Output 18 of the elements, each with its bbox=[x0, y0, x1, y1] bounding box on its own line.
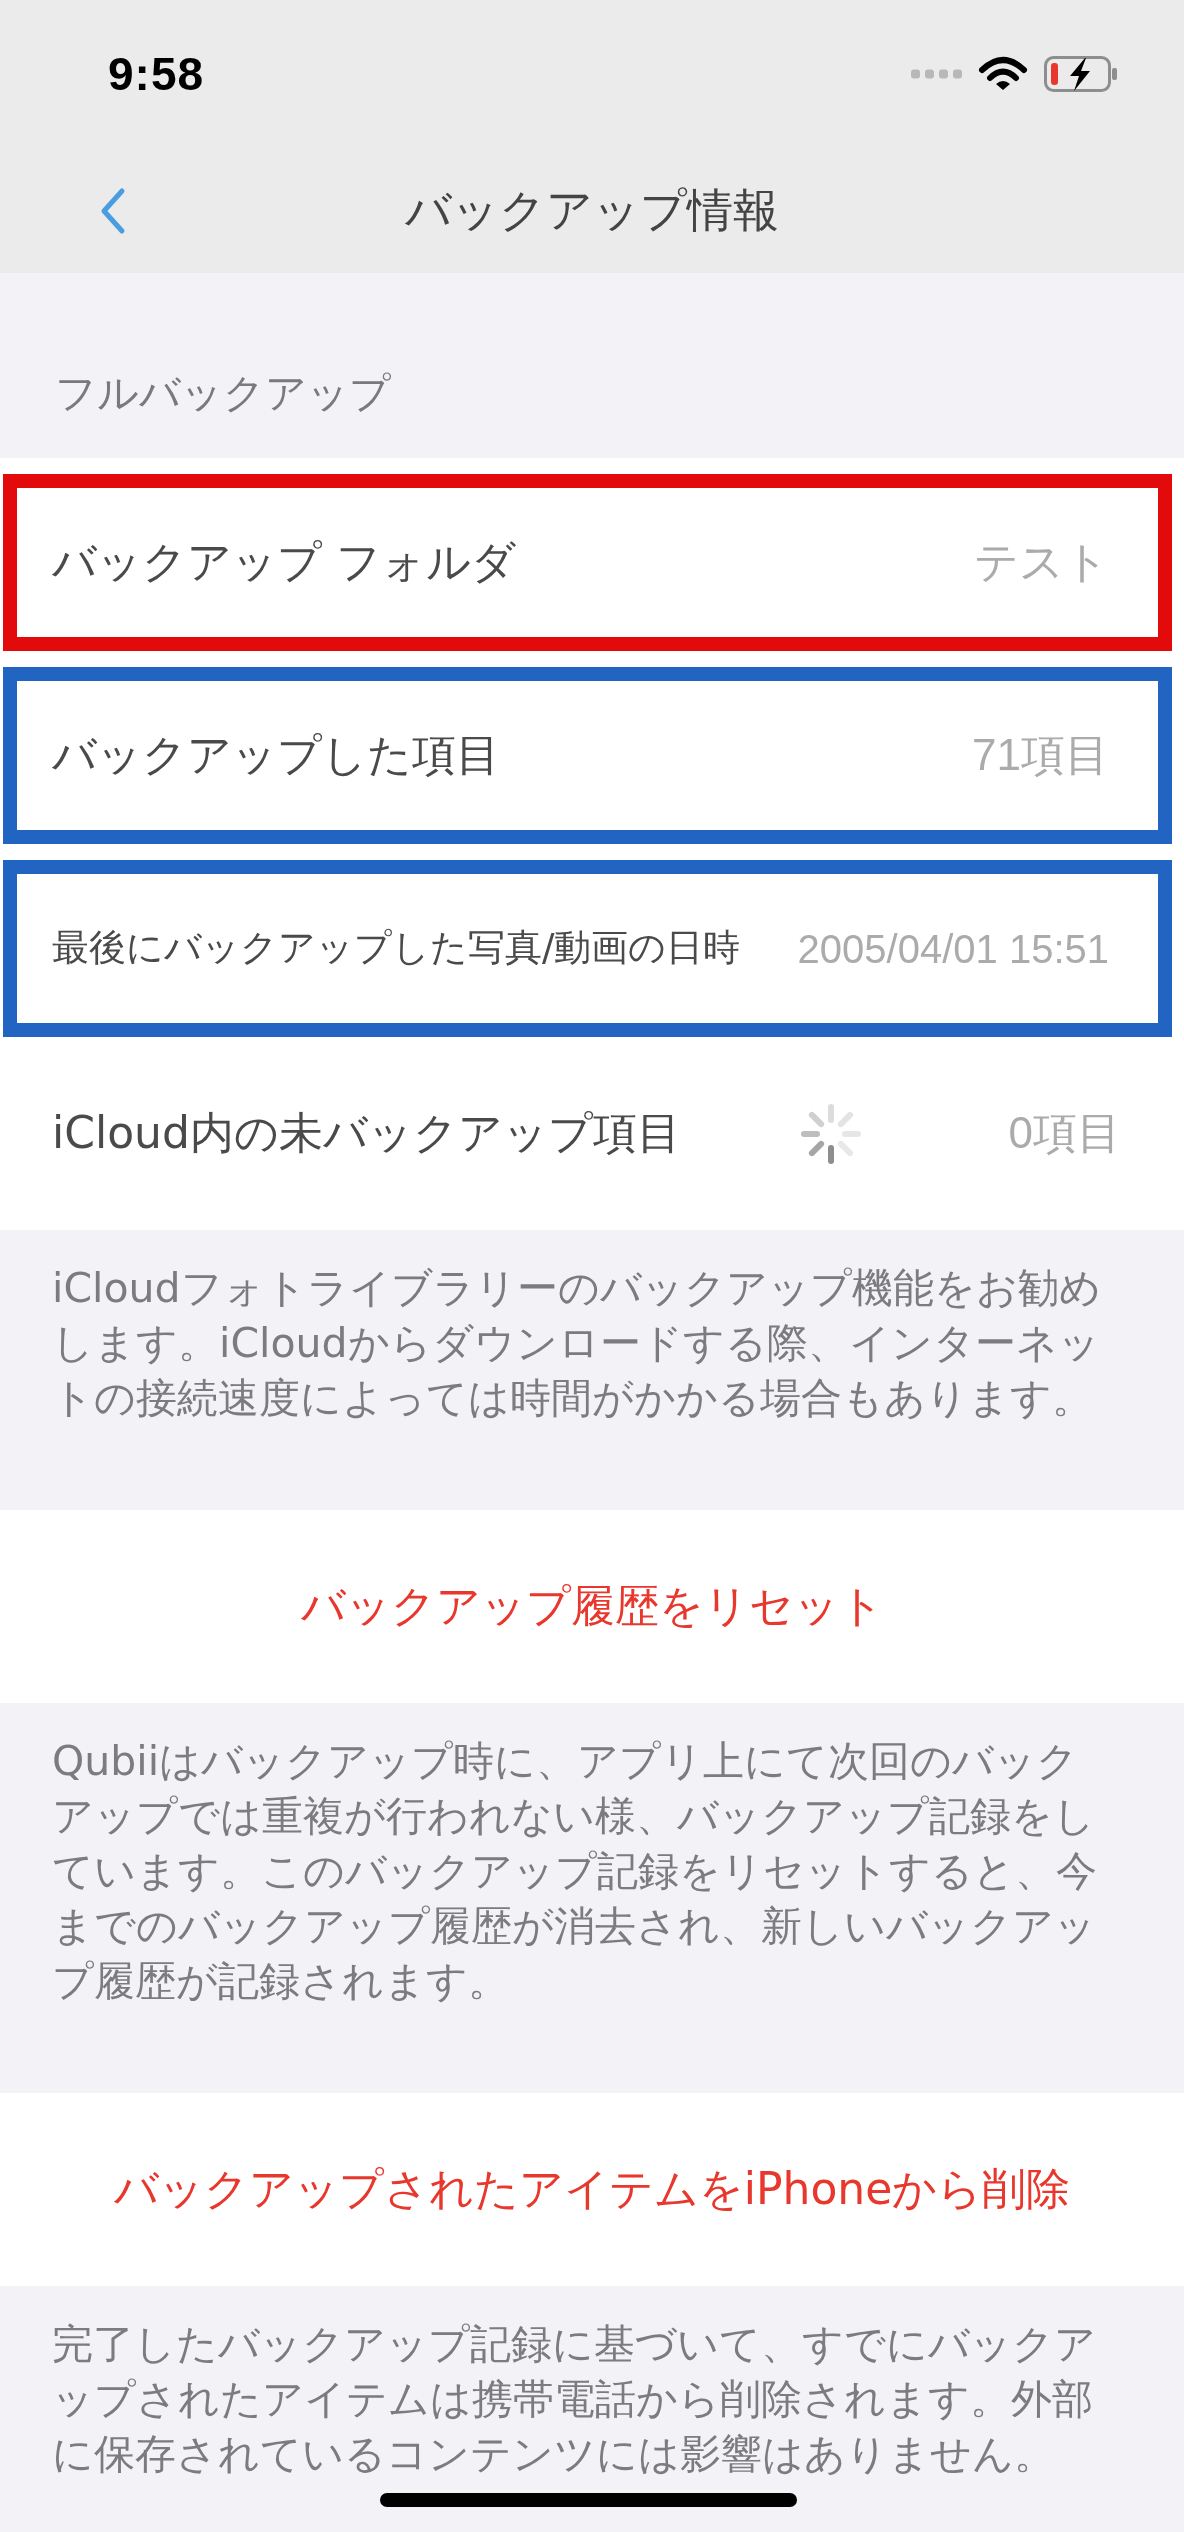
navigation-title: バックアップ情報 bbox=[405, 182, 779, 239]
row-label: バックアップした項目 bbox=[52, 729, 500, 782]
status-time: 9:58 bbox=[108, 48, 205, 100]
footer-note: Qubiiはバックアップ時に、アプリ上にて次回のバックアップでは重複が行われない様、バックアップ記録をしています。このバックアップ記録をリセットすると、今までのバックアップ履歴が消去され、新しいバックアップ履歴が記録されます。 bbox=[52, 1736, 1098, 2007]
row-label: バックアップ フォルダ bbox=[52, 536, 516, 589]
signal-icon bbox=[911, 69, 962, 79]
section-header: フルバックアップ bbox=[55, 369, 391, 417]
row-value: 2005/04/01 15:51 bbox=[797, 925, 1109, 973]
row-value: 71項目 bbox=[972, 729, 1109, 782]
row-value: 0項目 bbox=[1008, 1107, 1121, 1160]
row-label: 最後にバックアップした写真/動画の日時 bbox=[52, 926, 741, 971]
row-value: テスト bbox=[974, 536, 1109, 589]
footer-note: iCloudフォトライブラリーのバックアップ機能をお勧めします。iCloudからダウンロードする際、インターネットの接続速度によっては時間がかかる場合もあります。 bbox=[52, 1263, 1102, 1424]
wifi-icon bbox=[978, 56, 1028, 92]
back-chevron-icon bbox=[100, 186, 126, 235]
row-label: iCloud内の未バックアップ項目 bbox=[52, 1107, 681, 1160]
battery-icon bbox=[1044, 56, 1118, 92]
footer-note: 完了したバックアップ記録に基づいて、すでにバックアップされたアイテムは携帯電話から削除されます。外部に保存されているコンテンツには影響はありません。 bbox=[52, 2319, 1097, 2480]
